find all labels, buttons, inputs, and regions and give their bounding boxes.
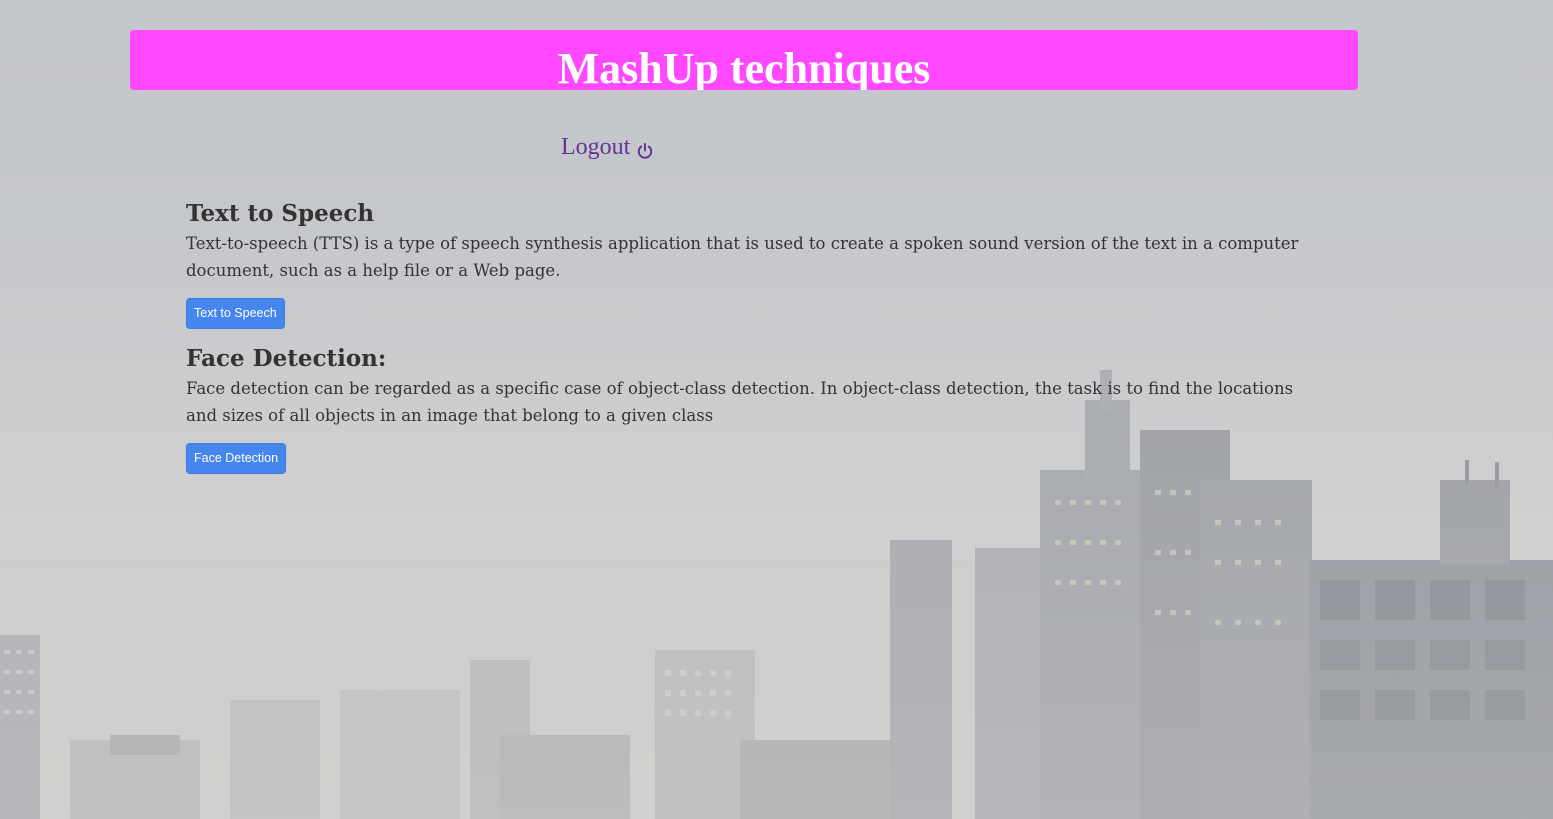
section-heading: Face Detection:: [186, 345, 387, 372]
section-text-to-speech: Text to Speech Text-to-speech (TTS) is a…: [186, 198, 1316, 329]
logout-link[interactable]: Logout: [561, 132, 654, 162]
page-title: MashUp techniques: [557, 44, 931, 90]
power-icon: [636, 138, 654, 159]
main-content: Text to Speech Text-to-speech (TTS) is a…: [186, 198, 1316, 474]
section-face-detection: Face Detection: Face detection can be re…: [186, 343, 1316, 474]
section-description: Text-to-speech (TTS) is a type of speech…: [186, 234, 1299, 280]
logout-label: Logout: [561, 134, 631, 160]
section-description: Face detection can be regarded as a spec…: [186, 379, 1294, 425]
header-banner: MashUp techniques: [130, 30, 1358, 90]
face-detection-button[interactable]: Face Detection: [186, 443, 287, 474]
text-to-speech-button[interactable]: Text to Speech: [186, 298, 285, 329]
section-heading: Text to Speech: [186, 200, 375, 227]
